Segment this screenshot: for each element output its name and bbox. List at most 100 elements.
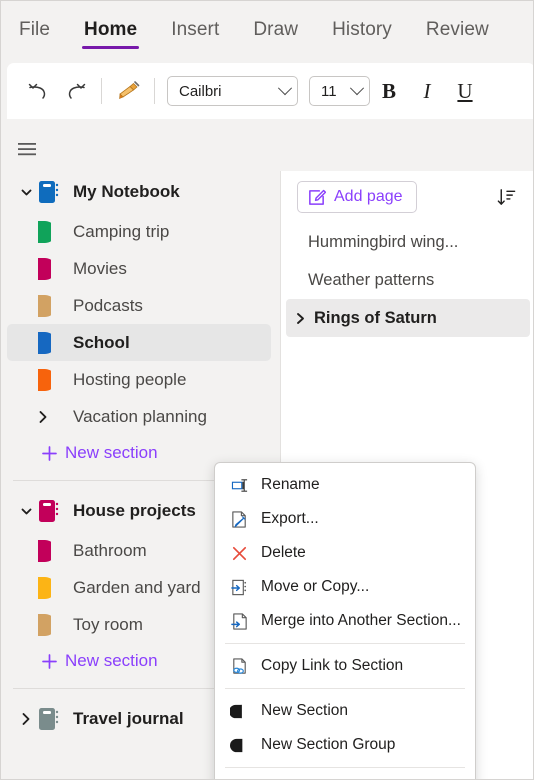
context-menu-label: Rename — [261, 476, 320, 493]
context-menu-label: New Section Group — [261, 736, 396, 753]
context-menu-item-rename[interactable]: Rename — [215, 468, 475, 502]
new-section-label: New section — [65, 443, 158, 462]
context-menu-item-copy-link-to-section[interactable]: Copy Link to Section — [215, 649, 475, 683]
export-icon — [227, 510, 251, 529]
sort-descending-icon — [497, 188, 515, 205]
plus-icon — [37, 445, 61, 462]
bold-button[interactable]: B — [370, 72, 408, 110]
context-menu-separator — [225, 688, 465, 689]
page-list-item[interactable]: Weather patterns — [286, 261, 530, 299]
context-menu-item-move-or-copy[interactable]: Move or Copy... — [215, 570, 475, 604]
tab-file-label: File — [19, 19, 51, 40]
undo-icon — [28, 83, 46, 99]
context-menu-item-export[interactable]: Export... — [215, 502, 475, 536]
section-group-row-vacation-planning[interactable]: Vacation planning — [7, 398, 271, 435]
page-title: Hummingbird wing... — [308, 232, 459, 251]
context-menu-item-delete[interactable]: Delete — [215, 536, 475, 570]
context-menu-item-password-protect[interactable]: Password Protect This Section — [215, 773, 475, 779]
tab-review[interactable]: Review — [424, 15, 491, 51]
page-list-toolbar: Add page — [281, 171, 533, 223]
context-menu-label: Delete — [261, 544, 306, 561]
tab-file[interactable]: File — [17, 15, 52, 51]
chevron-down-icon[interactable] — [15, 187, 37, 198]
section-color-swatch — [37, 294, 67, 318]
italic-button[interactable]: I — [408, 72, 446, 110]
onenote-window: File Home Insert Draw History Review Cai… — [0, 0, 534, 780]
sort-pages-button[interactable] — [491, 182, 521, 212]
tab-home-label: Home — [84, 19, 138, 40]
section-color-swatch — [37, 220, 67, 244]
context-menu-label: Export... — [261, 510, 319, 527]
underline-label: U — [457, 78, 473, 103]
ribbon-toolbar: Cailbri 11 B I U — [7, 63, 533, 119]
section-row-podcasts[interactable]: Podcasts — [7, 287, 271, 324]
notebook-icon — [37, 706, 67, 732]
section-row-movies[interactable]: Movies — [7, 250, 271, 287]
context-menu-label: New Section — [261, 702, 349, 719]
navigation-toggle-button[interactable] — [13, 135, 41, 163]
bold-label: B — [381, 78, 396, 103]
page-list-item[interactable]: Rings of Saturn — [286, 299, 530, 337]
section-row-hosting-people[interactable]: Hosting people — [7, 361, 271, 398]
undo-button[interactable] — [21, 73, 57, 109]
section-row-school[interactable]: School — [7, 324, 271, 361]
tab-review-label: Review — [425, 19, 489, 40]
section-row-camping-trip[interactable]: Camping trip — [7, 213, 271, 250]
section-color-swatch — [37, 576, 67, 600]
section-label: Movies — [73, 258, 127, 278]
context-menu-label: Copy Link to Section — [261, 657, 404, 674]
new-section-icon — [227, 702, 251, 721]
copy-link-icon — [227, 657, 251, 676]
context-menu-item-new-section-group[interactable]: New Section Group — [215, 728, 475, 762]
format-painter-icon — [119, 81, 140, 99]
redo-button[interactable] — [57, 73, 93, 109]
section-color-swatch — [37, 539, 67, 563]
toolbar-divider-1 — [101, 78, 102, 104]
rename-icon — [227, 476, 251, 495]
chevron-right-icon[interactable] — [291, 312, 310, 325]
toolbar-divider-2 — [154, 78, 155, 104]
merge-section-icon — [227, 612, 251, 631]
context-menu-item-new-section[interactable]: New Section — [215, 694, 475, 728]
chevron-right-icon[interactable] — [15, 712, 37, 726]
page-title: Rings of Saturn — [314, 308, 437, 327]
format-painter-button[interactable] — [110, 73, 146, 109]
page-title: Weather patterns — [308, 270, 435, 289]
page-list-item[interactable]: Hummingbird wing... — [286, 223, 530, 261]
section-label: Garden and yard — [73, 577, 201, 597]
new-page-edit-icon — [309, 189, 326, 205]
italic-label: I — [423, 78, 431, 103]
context-menu-label: Move or Copy... — [261, 578, 370, 595]
section-color-swatch — [37, 257, 67, 281]
section-color-swatch — [37, 331, 67, 355]
workspace: Add page Hummingbird wing... Weather pat… — [1, 119, 533, 779]
font-family-select[interactable]: Cailbri — [167, 76, 298, 106]
notebook-label: My Notebook — [73, 182, 180, 201]
underline-button[interactable]: U — [446, 72, 484, 110]
add-page-button[interactable]: Add page — [297, 181, 417, 213]
section-color-swatch — [37, 368, 67, 392]
context-menu-separator — [225, 767, 465, 768]
section-label: Toy room — [73, 614, 143, 634]
hamburger-menu-icon — [18, 143, 36, 156]
delete-x-icon — [227, 544, 251, 563]
notebook-row-my-notebook[interactable]: My Notebook — [7, 171, 271, 213]
add-page-label: Add page — [334, 188, 403, 205]
chevron-down-icon[interactable] — [15, 506, 37, 517]
section-context-menu: Rename Export... Delete Move or Copy... … — [214, 462, 476, 779]
font-size-value: 11 — [321, 82, 337, 100]
tab-draw[interactable]: Draw — [251, 15, 300, 51]
tab-history-label: History — [332, 19, 392, 40]
context-menu-label: Merge into Another Section... — [261, 612, 461, 629]
font-family-value: Cailbri — [179, 82, 222, 100]
chevron-down-icon — [349, 81, 365, 96]
font-size-select[interactable]: 11 — [309, 76, 370, 106]
tab-history[interactable]: History — [330, 15, 394, 51]
tab-home[interactable]: Home — [82, 15, 140, 51]
section-color-swatch — [37, 613, 67, 637]
context-menu-item-merge-into-another-section[interactable]: Merge into Another Section... — [215, 604, 475, 638]
chevron-down-icon — [277, 81, 293, 96]
chevron-right-icon[interactable] — [37, 410, 67, 424]
tab-insert[interactable]: Insert — [169, 15, 221, 51]
new-section-label: New section — [65, 651, 158, 670]
